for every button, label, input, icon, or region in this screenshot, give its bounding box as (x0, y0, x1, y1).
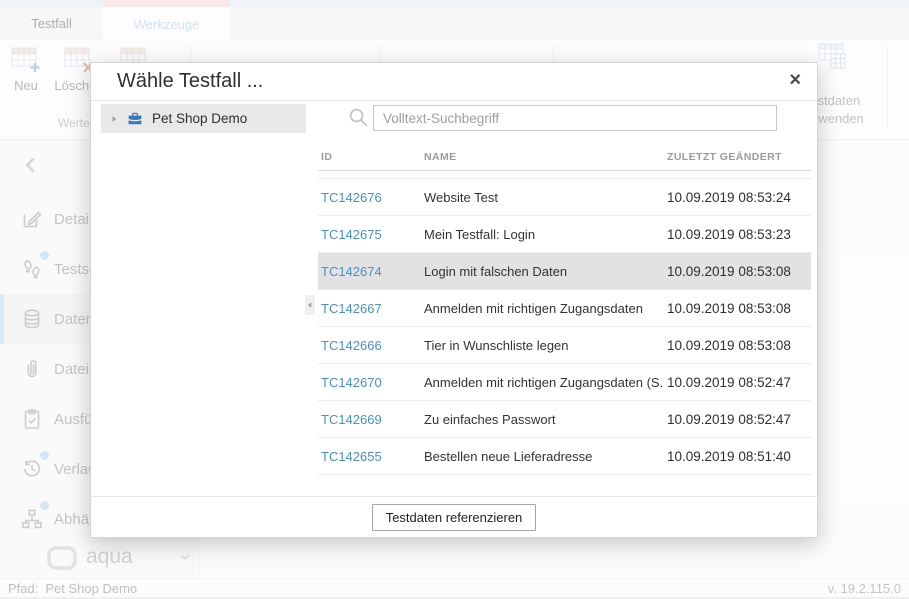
testcase-id-link[interactable]: TC142670 (318, 375, 421, 390)
database-icon (20, 307, 44, 331)
chevron-left-icon (18, 152, 44, 178)
hierarchy-icon (20, 507, 44, 531)
testcase-id-link[interactable]: TC142674 (318, 264, 421, 279)
ribbon-separator (887, 46, 888, 128)
clipboard-icon (20, 407, 44, 431)
search-icon (347, 106, 370, 129)
testcase-modified: 10.09.2019 08:53:08 (664, 301, 811, 316)
testcase-name: Anmelden mit richtigen Zugangsdaten (S..… (421, 375, 664, 390)
notification-badge (40, 451, 49, 460)
new-button-label: Neu (14, 78, 38, 93)
column-header-name[interactable]: NAME (421, 151, 664, 170)
testdata-grid-icon (815, 42, 849, 74)
panel-collapse-handle[interactable] (305, 295, 315, 315)
close-icon[interactable]: × (789, 69, 801, 91)
testcase-modified: 10.09.2019 08:53:24 (664, 190, 811, 205)
aqua-logo-icon (46, 544, 78, 572)
testcase-modified: 10.09.2019 08:53:23 (664, 227, 811, 242)
window-top-strip (0, 0, 909, 7)
testcase-modified: 10.09.2019 08:53:08 (664, 264, 811, 279)
testcase-name: Zu einfaches Passwort (421, 412, 664, 427)
testcase-id-link[interactable]: TC142667 (318, 301, 421, 316)
tab-testfall[interactable]: Testfall (0, 7, 103, 40)
table-row[interactable]: TC142669 Zu einfaches Passwort 10.09.201… (318, 401, 811, 438)
active-tab-accent-strip (103, 0, 230, 7)
testcase-name: Mein Testfall: Login (421, 227, 664, 242)
edit-icon (20, 207, 44, 231)
table-row[interactable]: TC142670 Anmelden mit richtigen Zugangsd… (318, 364, 811, 401)
table-row[interactable]: TC142676 Website Test 10.09.2019 08:53:2… (318, 179, 811, 216)
tree-item-pet-shop-demo[interactable]: Pet Shop Demo (101, 104, 306, 133)
search-input[interactable] (373, 105, 777, 131)
testcase-id-link[interactable]: TC142655 (318, 449, 421, 464)
column-header-id[interactable]: ID (318, 151, 421, 170)
testcase-name: Tier in Wunschliste legen (421, 338, 664, 353)
briefcase-icon (126, 110, 144, 128)
triangle-left-icon (306, 300, 314, 310)
chevron-down-icon[interactable] (176, 548, 194, 566)
tree-item-label: Pet Shop Demo (152, 111, 247, 126)
table-add-icon (11, 46, 41, 74)
testcase-id-link[interactable]: TC142666 (318, 338, 421, 353)
testcase-id-link[interactable]: TC142669 (318, 412, 421, 427)
testcase-modified: 10.09.2019 08:53:08 (664, 338, 811, 353)
sidebar-item-label: Daten (54, 311, 94, 328)
notification-badge (40, 251, 49, 260)
expand-caret-icon[interactable] (108, 113, 120, 125)
reference-testdata-button[interactable]: Testdaten referenzieren (372, 504, 537, 531)
testcase-name: Website Test (421, 190, 664, 205)
ribbon-tab-bar: Testfall Werkzeuge (0, 7, 909, 40)
testcase-modified: 10.09.2019 08:52:47 (664, 375, 811, 390)
status-bar: Pfad: Pet Shop Demo v. 19.2.115.0 (0, 578, 909, 599)
column-header-modified[interactable]: ZULETZT GEÄNDERT (664, 151, 811, 170)
testcase-name: Login mit falschen Daten (421, 264, 664, 279)
status-path-value: Pet Shop Demo (45, 581, 137, 596)
aqua-logo-text: aqua (86, 545, 133, 569)
new-value-button[interactable]: Neu (6, 46, 46, 93)
app-version: v. 19.2.115.0 (828, 581, 901, 596)
app-window: Testfall Werkzeuge Neu (0, 0, 909, 599)
history-icon (20, 457, 44, 481)
sidebar-collapse-button[interactable] (18, 152, 44, 178)
testcase-id-link[interactable]: TC142675 (318, 227, 421, 242)
table-header-row: ID NAME ZULETZT GEÄNDERT (318, 151, 811, 171)
testcase-name: Bestellen neue Lieferadresse (421, 449, 664, 464)
testcase-table: ID NAME ZULETZT GEÄNDERT TC142676 Websit… (318, 151, 811, 475)
choose-testcase-dialog: Wähle Testfall ... × Pet Shop Demo (90, 62, 818, 538)
paperclip-icon (20, 357, 44, 381)
table-row[interactable]: TC142667 Anmelden mit richtigen Zugangsd… (318, 290, 811, 327)
table-row[interactable]: TC142655 Bestellen neue Lieferadresse 10… (318, 438, 811, 475)
table-row[interactable]: TC142674 Login mit falschen Daten 10.09.… (318, 253, 811, 290)
table-row[interactable]: TC142675 Mein Testfall: Login 10.09.2019… (318, 216, 811, 253)
aqua-logo: aqua (0, 542, 200, 576)
dialog-title: Wähle Testfall ... (117, 70, 263, 93)
testcase-modified: 10.09.2019 08:51:40 (664, 449, 811, 464)
dialog-header: Wähle Testfall ... × (91, 63, 817, 101)
notification-badge (40, 501, 49, 510)
status-path-label: Pfad: (8, 581, 38, 596)
tab-werkzeuge[interactable]: Werkzeuge (103, 7, 230, 41)
dialog-footer: Testdaten referenzieren (91, 496, 817, 537)
testcase-name: Anmelden mit richtigen Zugangsdaten (421, 301, 664, 316)
testcase-modified: 10.09.2019 08:52:47 (664, 412, 811, 427)
steps-icon (20, 257, 44, 281)
table-row[interactable]: TC142666 Tier in Wunschliste legen 10.09… (318, 327, 811, 364)
testcase-id-link[interactable]: TC142676 (318, 190, 421, 205)
